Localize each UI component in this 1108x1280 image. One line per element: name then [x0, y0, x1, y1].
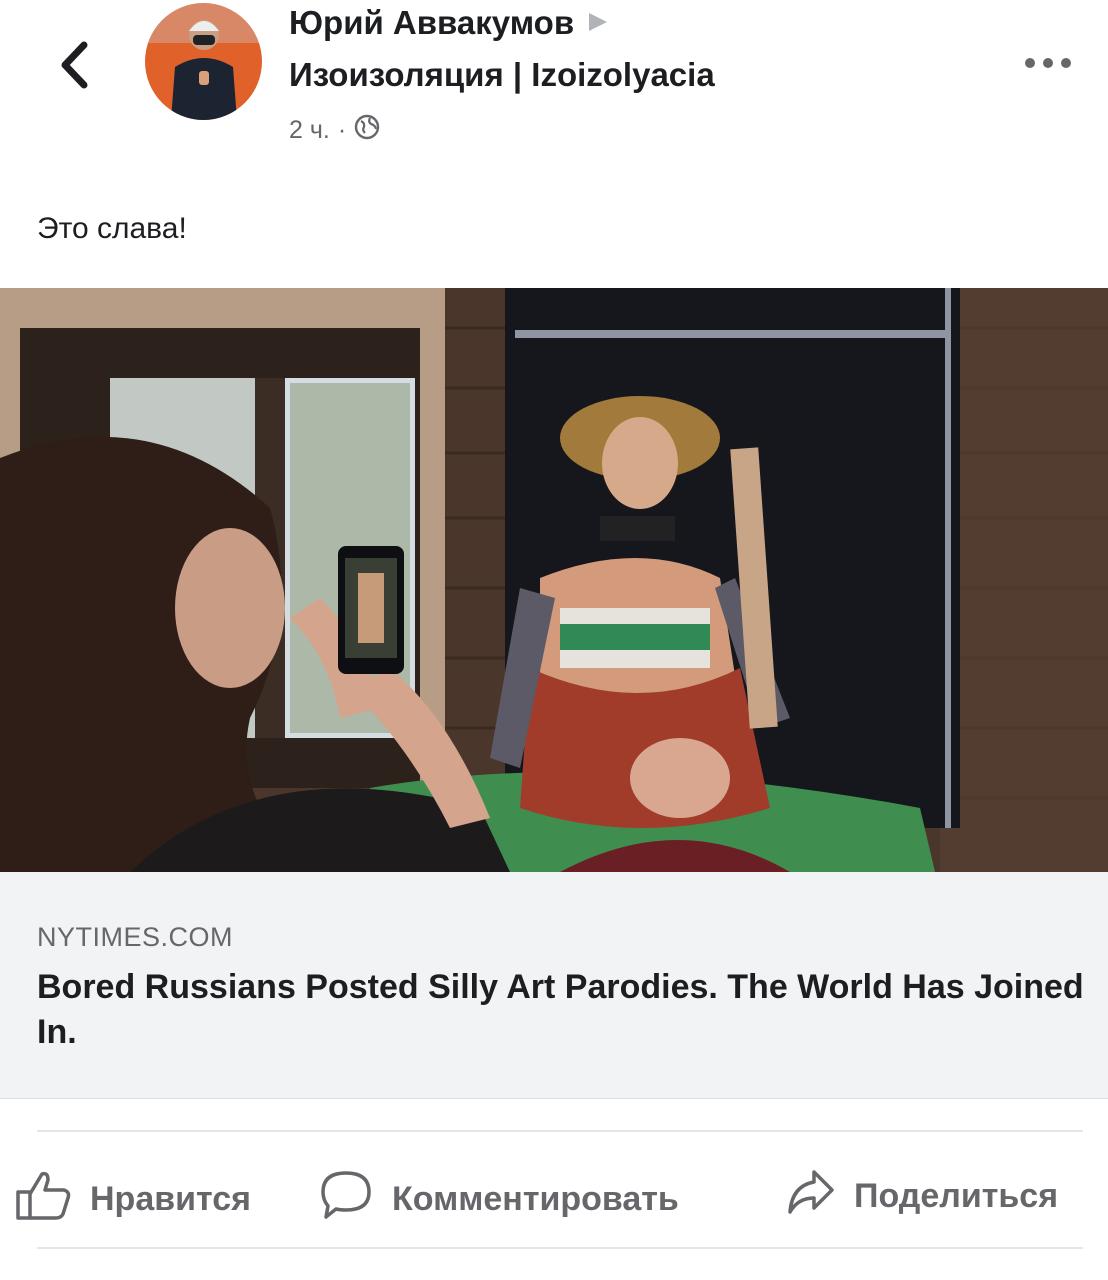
- link-domain: NYTIMES.COM: [37, 922, 234, 952]
- link-title[interactable]: Bored Russians Posted Silly Art Parodies…: [37, 965, 1087, 1055]
- avatar[interactable]: [145, 3, 262, 120]
- comment-label: Комментировать: [392, 1180, 679, 1218]
- post-text: Это слава!: [37, 212, 187, 245]
- share-button[interactable]: Поделиться: [786, 1168, 1058, 1225]
- triangle-right-icon: [586, 4, 610, 42]
- thumbs-up-icon: [14, 1168, 72, 1231]
- globe-icon[interactable]: [354, 114, 380, 147]
- post-meta: 2 ч. ·: [289, 114, 380, 147]
- author-line: Юрий Аввакумов: [289, 4, 610, 42]
- group-name[interactable]: Изоизоляция | Izoizolyacia: [289, 56, 715, 94]
- divider-bottom: [37, 1247, 1083, 1249]
- like-label: Нравится: [90, 1180, 251, 1218]
- meta-separator: ·: [337, 116, 347, 144]
- chevron-left-icon: [61, 41, 88, 89]
- link-preview-image[interactable]: [0, 288, 1108, 872]
- post-time[interactable]: 2 ч.: [289, 116, 330, 145]
- like-button[interactable]: Нравится: [14, 1168, 251, 1231]
- divider-top: [37, 1130, 1083, 1132]
- action-bar: Нравится Комментировать Поделиться: [0, 1150, 1108, 1240]
- post-header: Юрий Аввакумов Изоизоляция | Izoizolyaci…: [0, 0, 1108, 170]
- share-label: Поделиться: [854, 1177, 1059, 1215]
- share-arrow-icon: [786, 1168, 836, 1225]
- speech-bubble-icon: [318, 1168, 374, 1231]
- comment-button[interactable]: Комментировать: [318, 1168, 679, 1231]
- more-options-button[interactable]: [1018, 48, 1078, 78]
- back-button[interactable]: [44, 30, 104, 100]
- author-name[interactable]: Юрий Аввакумов: [289, 4, 574, 42]
- more-horizontal-icon: [1025, 58, 1071, 68]
